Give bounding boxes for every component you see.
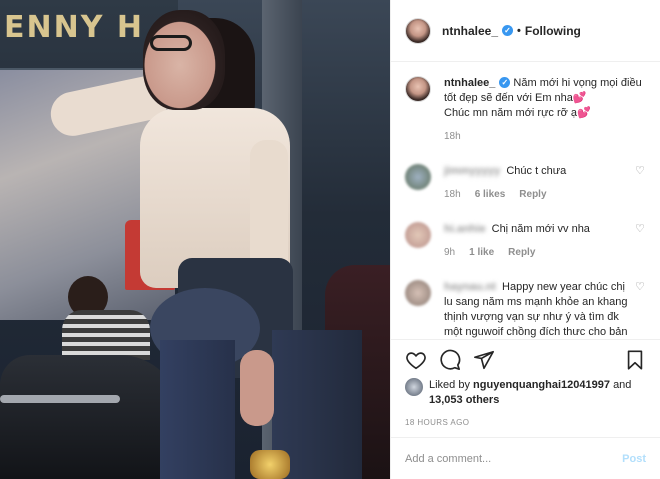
small-heart-icon[interactable]: ♡ xyxy=(635,224,646,235)
liker-username[interactable]: nguyenquanghai12041997 xyxy=(473,379,610,391)
woman-head xyxy=(143,10,225,110)
liked-by: Liked by nguyenquanghai12041997 and 13,0… xyxy=(405,378,646,408)
comment-likes[interactable]: 1 like xyxy=(469,247,494,258)
post-button[interactable]: Post xyxy=(622,453,646,465)
caption-username[interactable]: ntnhalee_ xyxy=(444,77,495,89)
post-header: ntnhalee_ ✓ • Following xyxy=(391,0,660,62)
paper-plane-icon[interactable] xyxy=(473,349,495,371)
liker-avatar[interactable] xyxy=(405,378,423,396)
woman-leg-left xyxy=(160,340,235,479)
comment-item: jimmyyyyy Chúc t chưa 18h 6 likes Reply … xyxy=(405,164,646,200)
background-person-body xyxy=(62,310,150,360)
commenter-username[interactable]: jimmyyyyy xyxy=(444,164,500,179)
comment-item: hi.anhie Chị năm mới vv nha 9h 1 like Re… xyxy=(405,222,646,258)
commenter-username[interactable]: haynau.nt xyxy=(444,280,496,295)
comment-text: Chị năm mới vv nha xyxy=(491,223,590,235)
post-photo[interactable]: ENNY H xyxy=(0,0,390,479)
comments-list[interactable]: ntnhalee_ ✓ Năm mới hi vọng mọi điều tốt … xyxy=(391,62,660,339)
comment-time[interactable]: 9h xyxy=(444,247,455,258)
motorbike-handlebar xyxy=(0,395,120,403)
verified-badge-icon: ✓ xyxy=(499,77,511,88)
comment-item: haynau.nt Happy new year chúc chị lu san… xyxy=(405,280,646,339)
caption-time[interactable]: 18h xyxy=(444,131,644,142)
post-actions-section: Liked by nguyenquanghai12041997 and 13,0… xyxy=(391,339,660,427)
reply-button[interactable]: Reply xyxy=(508,247,535,258)
small-heart-icon[interactable]: ♡ xyxy=(635,166,646,177)
comment-likes[interactable]: 6 likes xyxy=(475,189,506,200)
two-hearts-icon: 💕 xyxy=(572,92,587,104)
commenter-avatar[interactable] xyxy=(405,222,431,248)
post-caption: ntnhalee_ ✓ Năm mới hi vọng mọi điều tốt … xyxy=(405,76,646,142)
woman-hand xyxy=(240,350,274,426)
author-username[interactable]: ntnhalee_ xyxy=(442,24,498,38)
motorbike xyxy=(0,355,180,479)
bookmark-icon[interactable] xyxy=(624,349,646,371)
commenter-avatar[interactable] xyxy=(405,164,431,190)
lamp-glow xyxy=(250,450,290,479)
header-separator: • xyxy=(517,24,521,37)
caption-text: ntnhalee_ ✓ Năm mới hi vọng mọi điều tốt … xyxy=(444,76,644,121)
heart-outline-icon[interactable] xyxy=(405,349,427,371)
commenter-username[interactable]: hi.anhie xyxy=(444,222,486,237)
woman-glasses xyxy=(150,35,192,51)
speech-bubble-icon[interactable] xyxy=(439,349,461,371)
small-heart-icon[interactable]: ♡ xyxy=(635,282,646,293)
reply-button[interactable]: Reply xyxy=(519,189,546,200)
action-bar xyxy=(405,348,646,372)
comment-input[interactable] xyxy=(405,452,623,465)
commenter-avatar[interactable] xyxy=(405,280,431,306)
author-avatar[interactable] xyxy=(405,17,431,44)
caption-line-2: Chúc mn năm mới rực rỡ ạ xyxy=(444,107,578,119)
instagram-post: ENNY H ntnhalee_ ✓ • Following ntnhalee_… xyxy=(0,0,660,479)
following-button[interactable]: Following xyxy=(525,24,581,38)
liked-by-joiner: and xyxy=(613,379,632,391)
post-timestamp[interactable]: 18 HOURS AGO xyxy=(405,418,646,427)
caption-avatar[interactable] xyxy=(405,76,431,102)
liked-by-prefix: Liked by xyxy=(429,379,470,391)
comment-text: Chúc t chưa xyxy=(506,165,567,177)
post-side-panel: ntnhalee_ ✓ • Following ntnhalee_ ✓ Năm m… xyxy=(390,0,660,479)
others-count[interactable]: 13,053 others xyxy=(429,394,499,406)
comment-time[interactable]: 18h xyxy=(444,189,461,200)
add-comment-bar: Post xyxy=(391,437,660,479)
two-hearts-icon: 💕 xyxy=(577,107,591,119)
verified-badge-icon: ✓ xyxy=(502,25,514,36)
